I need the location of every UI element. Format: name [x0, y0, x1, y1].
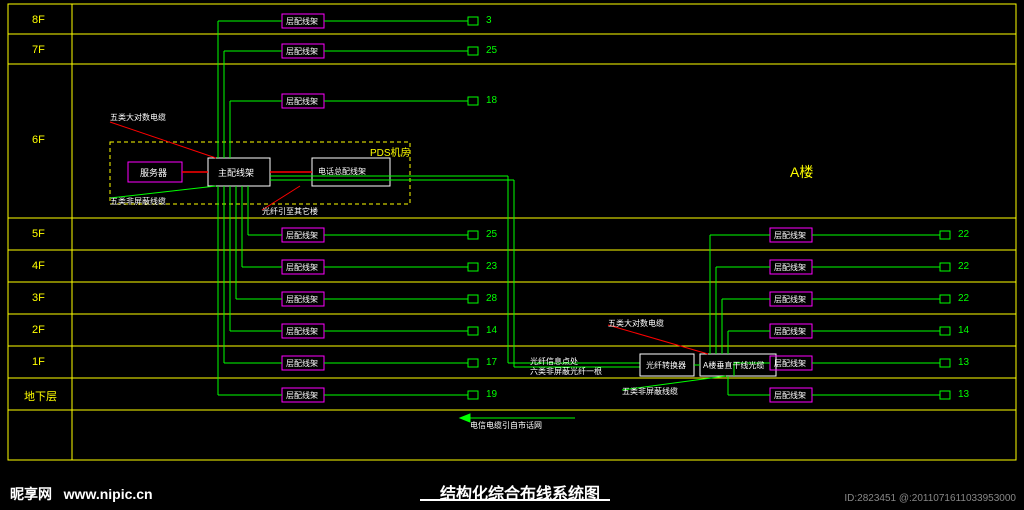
patch-6f: 层配线架: [286, 96, 318, 107]
r-count-b1: 13: [958, 389, 969, 400]
floor-basement: 地下层: [24, 388, 57, 404]
watermark-cn: 昵享网: [10, 486, 52, 502]
patch-b1: 层配线架: [286, 390, 318, 401]
patch-5f: 层配线架: [286, 230, 318, 241]
r-patch-4f: 层配线架: [774, 262, 806, 273]
note-right-cat5-unshield: 五类非屏蔽线缆: [622, 386, 678, 397]
count-6f: 18: [486, 95, 497, 106]
building-label: A楼: [790, 162, 813, 182]
r-count-4f: 22: [958, 261, 969, 272]
r-count-3f: 22: [958, 293, 969, 304]
note-cat5-midspan: 六类非屏蔽光纤一根: [530, 366, 602, 377]
patch-8f: 层配线架: [286, 16, 318, 27]
note-cat5-unshield: 五类非屏蔽线缆: [110, 196, 166, 207]
vertical-trunk: A楼垂直干线光缆: [703, 360, 764, 371]
floor-1f: 1F: [32, 356, 45, 368]
patch-7f: 层配线架: [286, 46, 318, 57]
count-b1: 19: [486, 389, 497, 400]
watermark-url: www.nipic.cn: [64, 486, 153, 502]
watermark-id: ID:2823451 @:2011071611033953000: [844, 493, 1016, 504]
floor-8f: 8F: [32, 14, 45, 26]
watermark-site: 昵享网 www.nipic.cn: [10, 484, 153, 504]
floor-3f: 3F: [32, 292, 45, 304]
r-count-5f: 22: [958, 229, 969, 240]
pds-room-title: PDS机房: [370, 144, 411, 159]
r-patch-1f: 层配线架: [774, 358, 806, 369]
r-patch-b1: 层配线架: [774, 390, 806, 401]
r-count-1f: 13: [958, 357, 969, 368]
floor-5f: 5F: [32, 228, 45, 240]
count-5f: 25: [486, 229, 497, 240]
count-4f: 23: [486, 261, 497, 272]
optical-converter: 光纤转换器: [646, 360, 686, 371]
count-2f: 14: [486, 325, 497, 336]
phone-patch-box: 电话总配线架: [318, 166, 366, 177]
count-1f: 17: [486, 357, 497, 368]
cad-diagram: [0, 0, 1024, 510]
count-3f: 28: [486, 293, 497, 304]
count-7f: 25: [486, 45, 497, 56]
main-patch-box: 主配线架: [218, 166, 254, 179]
floor-4f: 4F: [32, 260, 45, 272]
note-cat5-pair-top: 五类大对数电缆: [110, 112, 166, 123]
r-count-2f: 14: [958, 325, 969, 336]
note-optical-building: 光纤引至其它楼: [262, 206, 318, 217]
floor-7f: 7F: [32, 44, 45, 56]
server-box: 服务器: [140, 166, 167, 179]
diagram-title: 结构化综合布线系统图: [440, 480, 600, 504]
r-patch-2f: 层配线架: [774, 326, 806, 337]
floor-2f: 2F: [32, 324, 45, 336]
r-patch-3f: 层配线架: [774, 294, 806, 305]
floor-6f: 6F: [32, 134, 45, 146]
count-8f: 3: [486, 15, 492, 26]
r-patch-5f: 层配线架: [774, 230, 806, 241]
patch-3f: 层配线架: [286, 294, 318, 305]
note-telecom-net: 电信电缆引自市话网: [470, 420, 542, 431]
patch-4f: 层配线架: [286, 262, 318, 273]
patch-2f: 层配线架: [286, 326, 318, 337]
note-right-cat5-pair: 五类大对数电缆: [608, 318, 664, 329]
patch-1f: 层配线架: [286, 358, 318, 369]
